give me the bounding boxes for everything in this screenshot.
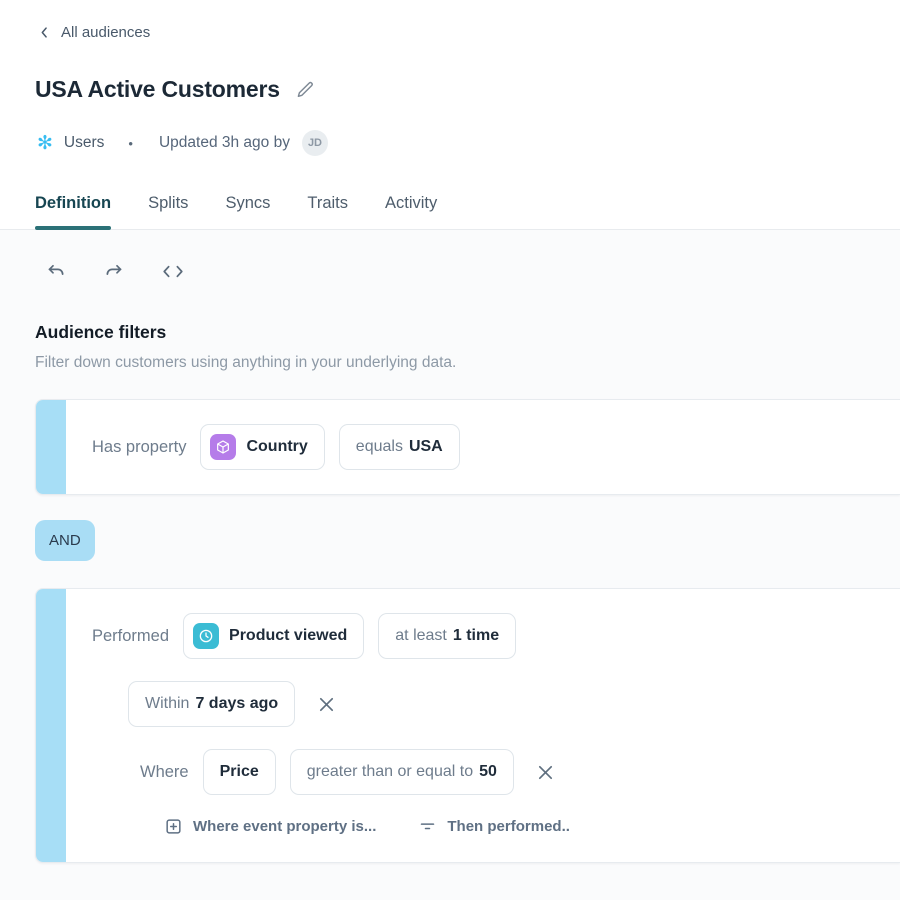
close-icon	[535, 762, 556, 783]
remove-where-property-button[interactable]	[535, 762, 556, 783]
condition-prefix: Performed	[92, 627, 169, 646]
audience-detail-page: All audiences USA Active Customers ✻ Use…	[0, 0, 900, 900]
snowflake-icon: ✻	[37, 134, 53, 153]
tab-splits[interactable]: Splits	[148, 194, 188, 229]
performed-row: Performed Product viewed at least 1 time	[92, 613, 516, 659]
section-title: Audience filters	[35, 322, 900, 343]
frequency-chip[interactable]: at least 1 time	[378, 613, 516, 659]
updated-text: Updated 3h ago by	[159, 134, 290, 152]
source-label: Users	[64, 134, 104, 152]
tab-definition[interactable]: Definition	[35, 194, 111, 229]
close-icon	[316, 694, 337, 715]
where-property-row: Where Price greater than or equal to 50	[140, 749, 556, 795]
property-chip-label: Country	[246, 438, 307, 456]
event-clock-icon	[193, 623, 219, 649]
condition-accent-bar[interactable]	[36, 400, 66, 494]
time-window-chip[interactable]: Within 7 days ago	[128, 681, 295, 727]
event-property-chip[interactable]: Price	[203, 749, 276, 795]
then-performed-button[interactable]: Then performed..	[418, 817, 570, 836]
event-operator-value: 50	[479, 763, 497, 781]
avatar[interactable]: JD	[302, 130, 328, 156]
frequency-operator: at least	[395, 627, 447, 645]
page-title: USA Active Customers	[35, 76, 280, 103]
event-chip[interactable]: Product viewed	[183, 613, 364, 659]
event-property-label: Price	[220, 763, 259, 781]
event-operator-chip[interactable]: greater than or equal to 50	[290, 749, 514, 795]
condition-prefix: Has property	[92, 438, 186, 457]
undo-icon	[46, 261, 67, 282]
tab-activity[interactable]: Activity	[385, 194, 437, 229]
back-link[interactable]: All audiences	[37, 24, 150, 41]
condition-accent-bar[interactable]	[36, 589, 66, 862]
meta-separator: •	[128, 136, 133, 151]
operator-label: equals	[356, 438, 403, 456]
chevron-left-icon	[37, 25, 52, 40]
operator-chip[interactable]: equals USA	[339, 424, 460, 470]
where-label: Where	[140, 763, 189, 782]
page-header: All audiences USA Active Customers ✻ Use…	[0, 0, 900, 230]
code-view-button[interactable]	[160, 261, 186, 282]
event-operator-label: greater than or equal to	[307, 763, 473, 781]
tabs-bar: Definition Splits Syncs Traits Activity	[0, 194, 900, 230]
add-event-property-label: Where event property is...	[193, 818, 376, 835]
code-icon	[160, 261, 186, 282]
condition-card-performed: Performed Product viewed at least 1 time	[35, 588, 900, 863]
undo-button[interactable]	[46, 261, 67, 282]
plus-square-icon	[164, 817, 183, 836]
section-head: Audience filters Filter down customers u…	[35, 322, 900, 372]
operator-value: USA	[409, 438, 443, 456]
title-row: USA Active Customers	[35, 76, 900, 103]
event-chip-label: Product viewed	[229, 627, 347, 645]
editor-toolbar	[46, 261, 900, 282]
funnel-lines-icon	[418, 817, 437, 836]
tab-traits[interactable]: Traits	[307, 194, 348, 229]
redo-icon	[103, 261, 124, 282]
then-performed-label: Then performed..	[447, 818, 570, 835]
window-operator: Within	[145, 695, 189, 713]
condition-card-has-property: Has property Country equals USA	[35, 399, 900, 495]
condition-actions-row: Where event property is... Then performe…	[164, 817, 570, 836]
frequency-value: 1 time	[453, 627, 499, 645]
property-chip[interactable]: Country	[200, 424, 324, 470]
definition-panel: Audience filters Filter down customers u…	[0, 230, 900, 900]
remove-time-window-button[interactable]	[316, 694, 337, 715]
pencil-icon	[296, 80, 315, 99]
time-window-row: Within 7 days ago	[128, 681, 337, 727]
window-value: 7 days ago	[195, 695, 278, 713]
meta-row: ✻ Users • Updated 3h ago by JD	[37, 130, 900, 156]
redo-button[interactable]	[103, 261, 124, 282]
edit-title-button[interactable]	[296, 80, 315, 99]
back-link-label: All audiences	[61, 24, 150, 41]
add-event-property-button[interactable]: Where event property is...	[164, 817, 376, 836]
join-operator-badge[interactable]: AND	[35, 520, 95, 561]
tab-syncs[interactable]: Syncs	[225, 194, 270, 229]
section-subtitle: Filter down customers using anything in …	[35, 354, 900, 372]
property-cube-icon	[210, 434, 236, 460]
